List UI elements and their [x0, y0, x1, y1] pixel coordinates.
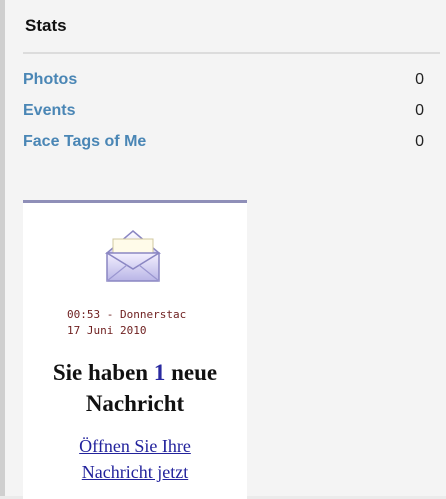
events-count: 0 — [415, 102, 424, 119]
envelope-icon — [104, 230, 162, 282]
ad-datetime: 00:53 - Donnerstac 17 Juni 2010 — [67, 307, 186, 339]
photos-link[interactable]: Photos — [23, 71, 77, 89]
face-tags-link[interactable]: Face Tags of Me — [23, 133, 146, 151]
events-link[interactable]: Events — [23, 102, 75, 120]
ad-headline: Sie haben 1 neue Nachricht — [23, 357, 247, 419]
stats-row-events: Events 0 — [23, 99, 424, 123]
open-message-link-line2: Nachricht jetzt — [81, 462, 189, 482]
message-count: 1 — [153, 360, 166, 385]
headline-line2: Nachricht — [85, 391, 185, 416]
face-tags-count: 0 — [415, 133, 424, 150]
message-ad-banner[interactable]: 00:53 - Donnerstac 17 Juni 2010 Sie habe… — [23, 200, 247, 499]
ad-date-line: 17 Juni 2010 — [67, 324, 147, 337]
stats-row-face-tags: Face Tags of Me 0 — [23, 130, 424, 154]
stats-divider — [23, 52, 440, 54]
stats-heading: Stats — [25, 16, 67, 35]
headline-text-before: Sie haben — [52, 360, 154, 385]
photos-count: 0 — [415, 71, 424, 88]
open-message-link[interactable]: Öffnen Sie Ihre Nachricht jetzt — [23, 433, 247, 485]
open-message-link-line1: Öffnen Sie Ihre — [79, 436, 191, 456]
stats-panel: Stats Photos 0 Events 0 Face Tags of Me … — [5, 0, 446, 499]
stats-row-photos: Photos 0 — [23, 68, 424, 92]
ad-time-line: 00:53 - Donnerstac — [67, 308, 187, 321]
headline-text-after: neue — [165, 360, 218, 385]
